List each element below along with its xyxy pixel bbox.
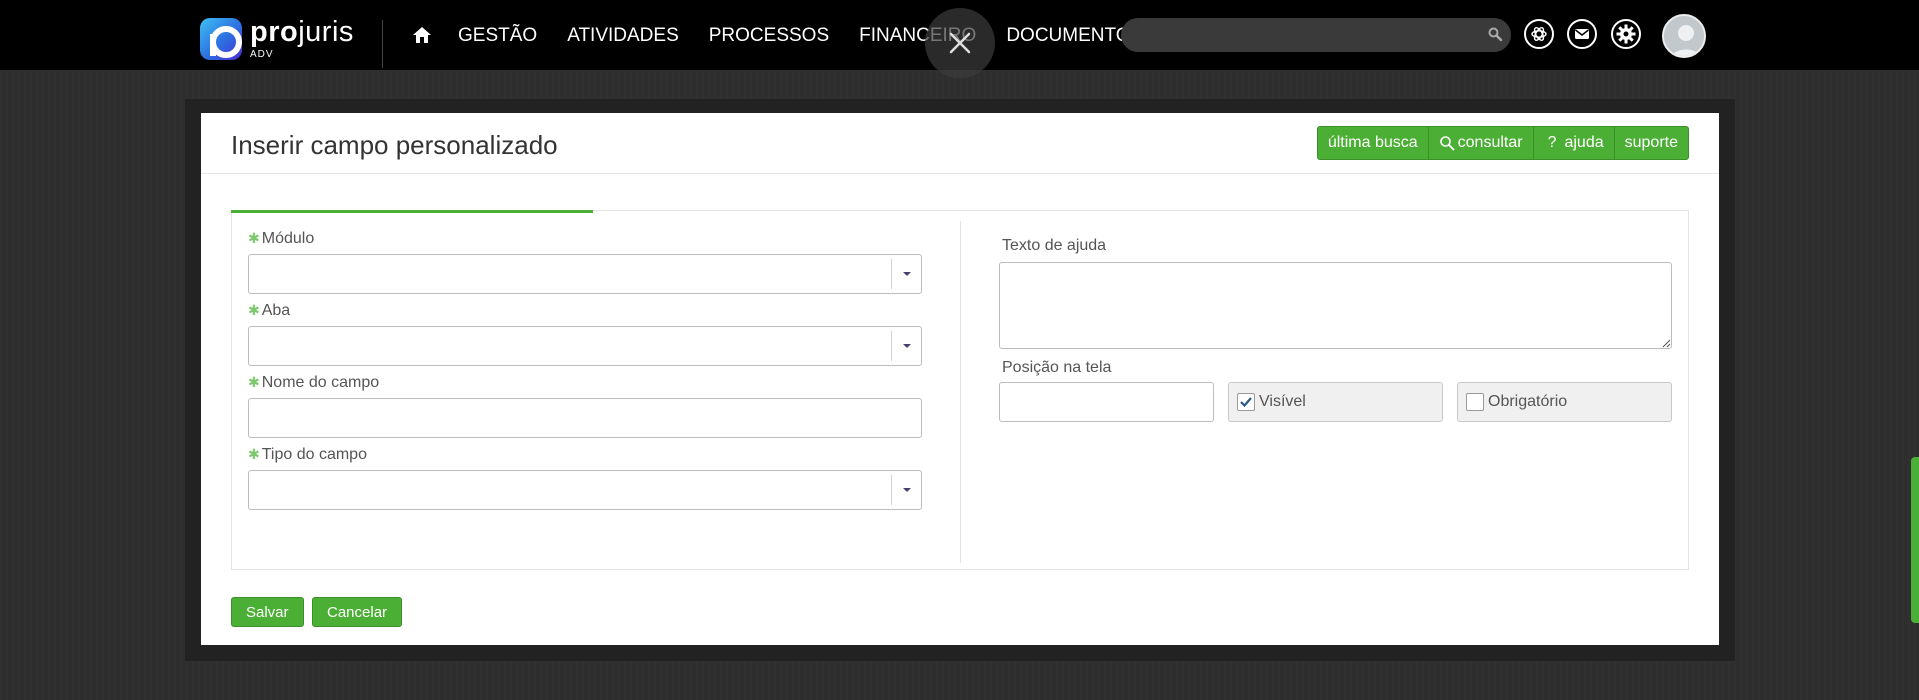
field-type-label: ✱ Tipo do campo — [248, 446, 367, 464]
insert-custom-field-dialog: Inserir campo personalizado última busca… — [201, 113, 1719, 645]
logo-name: projuris — [250, 18, 354, 47]
required-asterisk-icon: ✱ — [248, 230, 260, 246]
side-drawer-handle[interactable] — [1911, 457, 1919, 623]
projuris-logo[interactable]: projuris ADV — [200, 18, 354, 60]
consult-button-label: consultar — [1457, 134, 1523, 151]
close-overlay-button[interactable] — [925, 8, 995, 78]
required-checkbox-label: Obrigatório — [1488, 393, 1568, 410]
mail-button[interactable] — [1567, 19, 1597, 49]
last-search-button[interactable]: última busca — [1316, 126, 1429, 160]
avatar[interactable] — [1662, 14, 1706, 58]
openai-icon — [1531, 27, 1547, 41]
help-text-label: Texto de ajuda — [1002, 237, 1107, 254]
checkmark-icon — [1240, 397, 1252, 407]
module-select[interactable] — [248, 254, 922, 294]
openai-button[interactable] — [1524, 19, 1554, 49]
required-asterisk-icon: ✱ — [248, 446, 260, 462]
support-button[interactable]: suporte — [1613, 126, 1689, 160]
required-checkbox[interactable] — [1466, 393, 1484, 411]
nav-item-atividades[interactable]: ATIVIDADES — [567, 25, 679, 47]
field-type-select[interactable] — [248, 470, 922, 510]
mail-icon — [1575, 29, 1589, 39]
logo-subtitle: ADV — [250, 49, 274, 60]
logo-name-bold: pro — [250, 16, 299, 48]
module-label: ✱ Módulo — [248, 230, 314, 248]
tab-select[interactable] — [248, 326, 922, 366]
field-name-label-text: Nome do campo — [261, 374, 380, 391]
screen-position-input[interactable] — [999, 382, 1214, 422]
module-label-text: Módulo — [261, 230, 315, 247]
field-name-label: ✱ Nome do campo — [248, 374, 379, 392]
home-icon[interactable] — [412, 25, 432, 45]
logo-text: projuris ADV — [250, 18, 354, 60]
main-nav: GESTÃO ATIVIDADES PROCESSOS FINANCEIRO D… — [458, 25, 1173, 47]
visible-checkbox[interactable] — [1237, 393, 1255, 411]
screen-position-label: Posição na tela — [1002, 359, 1112, 376]
help-text-textarea[interactable] — [999, 262, 1672, 349]
search-icon — [1439, 136, 1455, 151]
required-asterisk-icon: ✱ — [248, 374, 260, 390]
settings-button[interactable] — [1611, 19, 1641, 49]
column-divider — [960, 221, 961, 563]
tab-label: ✱ Aba — [248, 302, 290, 320]
nav-item-gestao[interactable]: GESTÃO — [458, 25, 537, 47]
required-checkbox-field[interactable]: Obrigatório — [1457, 382, 1672, 422]
close-icon — [949, 32, 971, 54]
user-avatar-icon — [1664, 16, 1704, 56]
page-title: Inserir campo personalizado — [231, 130, 558, 160]
help-button-label: ajuda — [1564, 134, 1604, 151]
logo-name-regular: juris — [298, 16, 354, 48]
save-button[interactable]: Salvar — [231, 597, 304, 627]
projuris-logo-mark-icon — [200, 18, 242, 60]
top-navigation-bar: projuris ADV GESTÃO ATIVIDADES PROCESSOS… — [0, 0, 1919, 78]
chevron-down-icon[interactable] — [891, 331, 921, 361]
cancel-button[interactable]: Cancelar — [312, 597, 403, 627]
search-input[interactable] — [1121, 18, 1511, 52]
nav-item-processos[interactable]: PROCESSOS — [709, 25, 829, 47]
required-asterisk-icon: ✱ — [248, 302, 260, 318]
field-name-input[interactable] — [248, 398, 922, 438]
header-button-group: última busca consultar ? ajuda suporte — [1316, 126, 1689, 160]
tab-label-text: Aba — [261, 302, 291, 319]
visible-checkbox-label: Visível — [1259, 393, 1306, 410]
chevron-down-icon[interactable] — [891, 475, 921, 505]
chevron-down-icon[interactable] — [891, 259, 921, 289]
gear-icon — [1616, 24, 1636, 44]
field-type-label-text: Tipo do campo — [261, 446, 367, 463]
active-tab-indicator — [231, 210, 593, 213]
visible-checkbox-field[interactable]: Visível — [1228, 382, 1443, 422]
resize-handle-icon[interactable] — [1662, 339, 1671, 348]
consult-button[interactable]: consultar — [1427, 126, 1534, 160]
help-button[interactable]: ? ajuda — [1532, 126, 1615, 160]
help-icon: ? — [1547, 134, 1557, 151]
search-icon[interactable] — [1487, 26, 1503, 42]
header-divider — [201, 173, 1719, 174]
nav-divider — [382, 20, 383, 68]
